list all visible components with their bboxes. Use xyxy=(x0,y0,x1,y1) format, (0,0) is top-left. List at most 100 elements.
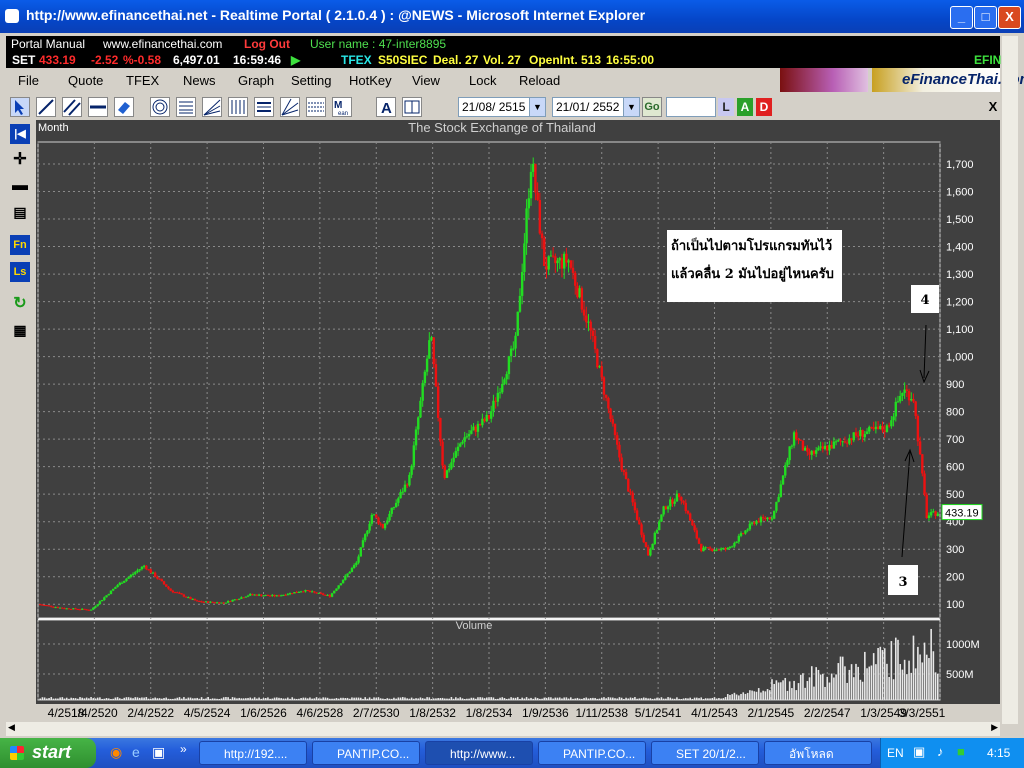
properties-icon[interactable]: ▤ xyxy=(10,202,30,222)
ad-banner[interactable] xyxy=(780,68,868,92)
chevron-down-icon[interactable]: ▼ xyxy=(529,98,545,116)
candle-body xyxy=(777,496,780,502)
a-button[interactable]: A xyxy=(737,98,753,116)
line-tool-icon[interactable] xyxy=(36,97,56,117)
settings-icon[interactable]: ▦ xyxy=(10,320,30,340)
menu-view[interactable]: View xyxy=(412,73,440,88)
menu-reload[interactable]: Reload xyxy=(519,73,560,88)
maximize-button[interactable]: □ xyxy=(974,6,997,29)
menu-hotkey[interactable]: HotKey xyxy=(349,73,392,88)
text-tool-icon[interactable]: A xyxy=(376,97,396,117)
fn-button[interactable]: Fn xyxy=(10,235,30,255)
minus-icon[interactable]: ▬ xyxy=(10,176,30,196)
start-label: start xyxy=(32,742,72,762)
fan-lines-icon[interactable] xyxy=(202,97,222,117)
candle-body xyxy=(233,599,236,601)
logout-link[interactable]: Log Out xyxy=(244,37,290,51)
eraser-icon[interactable] xyxy=(114,97,134,117)
vertical-scrollbar[interactable] xyxy=(1002,36,1018,724)
d-button[interactable]: D xyxy=(756,98,772,116)
volume-bar xyxy=(713,697,716,700)
volume-bar xyxy=(481,697,484,700)
play-icon[interactable]: ▶ xyxy=(291,53,300,67)
volume-bar xyxy=(251,698,254,700)
grid-lines-icon[interactable] xyxy=(306,97,326,117)
desktop-icon[interactable]: ▣ xyxy=(152,744,165,761)
candle-body xyxy=(439,417,442,442)
horizontal-scrollbar[interactable]: ◀ ▶ xyxy=(6,722,1000,736)
mean-icon[interactable]: Mean xyxy=(332,97,352,117)
candle-body xyxy=(78,609,82,611)
volume-bar xyxy=(669,697,672,700)
chevron-down-icon[interactable]: ▼ xyxy=(623,98,639,116)
menu-quote[interactable]: Quote xyxy=(68,73,103,88)
firefox-icon[interactable]: ◉ xyxy=(110,744,122,761)
volume-bar xyxy=(764,691,767,700)
efinance-logo[interactable]: eFinanceThai.com xyxy=(872,68,1024,92)
candle-body xyxy=(874,426,878,430)
network-icon[interactable]: ▣ xyxy=(913,744,925,760)
x-tick-label: 4/1/2543 xyxy=(691,706,738,720)
task-http-192[interactable]: http://192.... xyxy=(199,741,307,765)
close-button[interactable]: X xyxy=(998,6,1021,29)
task-pantip-2[interactable]: PANTIP.CO... xyxy=(538,741,646,765)
more-icon[interactable]: » xyxy=(180,742,187,756)
scroll-right-icon[interactable]: ▶ xyxy=(991,722,998,733)
channel-icon[interactable] xyxy=(254,97,274,117)
symbol-input[interactable] xyxy=(666,97,716,117)
parallel-line-icon[interactable] xyxy=(62,97,82,117)
volume-bar xyxy=(101,698,103,700)
start-button[interactable]: start xyxy=(0,738,96,768)
portal-manual-link[interactable]: Portal Manual xyxy=(11,37,85,51)
pointer-tool-icon[interactable] xyxy=(10,97,30,117)
chart-close-button[interactable]: X xyxy=(986,98,1000,116)
windows-logo-icon xyxy=(10,746,24,760)
menu-setting[interactable]: Setting xyxy=(291,73,331,88)
candle-body xyxy=(436,386,440,418)
volume-bar xyxy=(83,698,86,700)
language-indicator[interactable]: EN xyxy=(887,746,904,760)
crosshair-icon[interactable]: ✛ xyxy=(10,150,30,170)
menu-graph[interactable]: Graph xyxy=(238,73,274,88)
volume-bar xyxy=(749,690,751,700)
volume-bar xyxy=(614,698,616,700)
task-pantip-1[interactable]: PANTIP.CO... xyxy=(312,741,420,765)
fibonacci-retracement-icon[interactable] xyxy=(176,97,196,117)
horizontal-line-icon[interactable] xyxy=(88,97,108,117)
time-zones-icon[interactable] xyxy=(228,97,248,117)
menu-file[interactable]: File xyxy=(18,73,39,88)
price-chart[interactable]: 1,700 1,600 1,500 1,400 1,300 1,200 1,100 1,000… xyxy=(36,120,1000,724)
ls-button[interactable]: Ls xyxy=(10,262,30,282)
ie-icon[interactable]: e xyxy=(132,744,140,760)
date-from-select[interactable]: 21/08/ 2515 ▼ xyxy=(458,97,546,117)
scroll-left-icon[interactable]: ◀ xyxy=(8,722,15,733)
candle-body xyxy=(118,582,121,586)
go-button[interactable]: Go xyxy=(642,97,662,117)
menu-tfex[interactable]: TFEX xyxy=(126,73,159,88)
l-button[interactable]: L xyxy=(718,98,734,116)
menu-lock[interactable]: Lock xyxy=(469,73,496,88)
candle-body xyxy=(330,593,334,597)
volume-bar xyxy=(216,698,218,700)
task-set-chart[interactable]: SET 20/1/2... xyxy=(651,741,759,765)
task-http-www[interactable]: http://www... xyxy=(425,741,533,765)
chart-area[interactable]: 1,700 1,600 1,500 1,400 1,300 1,200 1,100 1,000… xyxy=(36,120,1000,720)
refresh-icon[interactable]: ↻ xyxy=(10,294,30,314)
volume-bar xyxy=(130,697,132,700)
site-link[interactable]: www.efinancethai.com xyxy=(103,37,222,51)
volume-bar xyxy=(516,697,519,700)
fibonacci-arc-icon[interactable] xyxy=(150,97,170,117)
collapse-panel-icon[interactable]: |◀ xyxy=(10,124,30,144)
split-view-icon[interactable] xyxy=(402,97,422,117)
task-upload[interactable]: อัพโหลด xyxy=(764,741,872,765)
candle-body xyxy=(43,605,46,607)
date-to-select[interactable]: 21/01/ 2552 ▼ xyxy=(552,97,640,117)
volume-icon[interactable]: ♪ xyxy=(937,744,944,759)
menu-news[interactable]: News xyxy=(183,73,216,88)
candle-body xyxy=(660,514,663,522)
app-tray-icon[interactable]: ■ xyxy=(957,744,965,759)
gann-fan-icon[interactable] xyxy=(280,97,300,117)
volume-bar xyxy=(589,698,592,700)
volume-bar xyxy=(282,698,285,700)
minimize-button[interactable]: _ xyxy=(950,6,973,29)
